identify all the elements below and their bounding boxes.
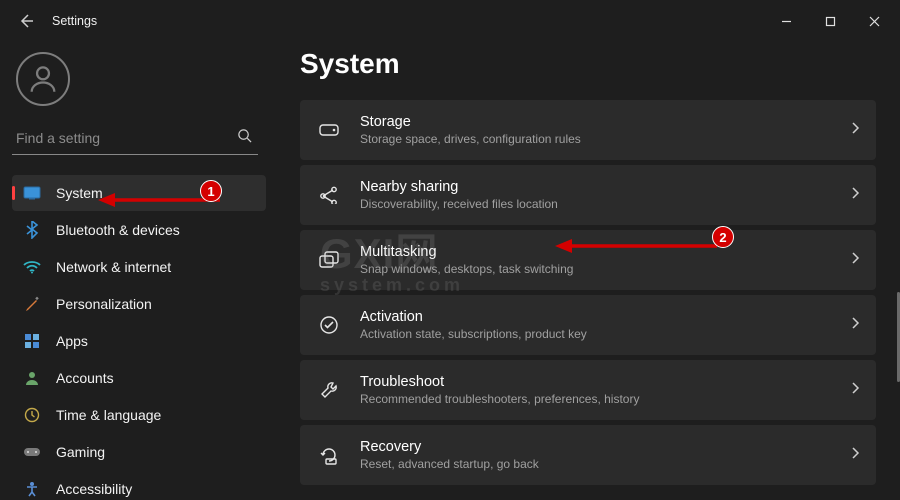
chevron-right-icon bbox=[852, 316, 860, 334]
card-title: Recovery bbox=[360, 439, 852, 455]
sidebar-item-network[interactable]: Network & internet bbox=[12, 249, 266, 285]
chevron-right-icon bbox=[852, 186, 860, 204]
card-title: Activation bbox=[360, 309, 852, 325]
window-controls bbox=[764, 5, 896, 37]
card-subtitle: Snap windows, desktops, task switching bbox=[360, 262, 852, 276]
chevron-right-icon bbox=[852, 381, 860, 399]
card-title: Multitasking bbox=[360, 244, 852, 260]
avatar[interactable] bbox=[16, 52, 70, 106]
apps-icon bbox=[22, 331, 42, 351]
accessibility-icon bbox=[22, 479, 42, 499]
close-button[interactable] bbox=[852, 5, 896, 37]
wrench-icon bbox=[316, 377, 342, 403]
card-title: Troubleshoot bbox=[360, 374, 852, 390]
nav-list: System Bluetooth & devices Network & int… bbox=[12, 175, 266, 500]
sidebar-item-label: Gaming bbox=[56, 444, 105, 460]
display-icon bbox=[22, 183, 42, 203]
card-multitasking[interactable]: Multitasking Snap windows, desktops, task… bbox=[300, 230, 876, 290]
search-input[interactable] bbox=[16, 130, 237, 146]
wifi-icon bbox=[22, 257, 42, 277]
chevron-right-icon bbox=[852, 121, 860, 139]
scrollbar[interactable] bbox=[894, 72, 900, 490]
share-icon bbox=[316, 182, 342, 208]
card-troubleshoot[interactable]: Troubleshoot Recommended troubleshooters,… bbox=[300, 360, 876, 420]
page-title: System bbox=[300, 48, 876, 80]
check-circle-icon bbox=[316, 312, 342, 338]
sidebar-item-accessibility[interactable]: Accessibility bbox=[12, 471, 266, 500]
card-recovery[interactable]: Recovery Reset, advanced startup, go back bbox=[300, 425, 876, 485]
recovery-icon bbox=[316, 442, 342, 468]
back-button[interactable] bbox=[10, 5, 42, 37]
search-icon bbox=[237, 128, 252, 148]
chevron-right-icon bbox=[852, 251, 860, 269]
bluetooth-icon bbox=[22, 220, 42, 240]
sidebar-item-personalization[interactable]: Personalization bbox=[12, 286, 266, 322]
paintbrush-icon bbox=[22, 294, 42, 314]
titlebar: Settings bbox=[0, 0, 900, 42]
sidebar-item-label: Accounts bbox=[56, 370, 114, 386]
settings-cards: Storage Storage space, drives, configurat… bbox=[300, 100, 876, 485]
multitasking-icon bbox=[316, 247, 342, 273]
card-subtitle: Discoverability, received files location bbox=[360, 197, 852, 211]
card-subtitle: Activation state, subscriptions, product… bbox=[360, 327, 852, 341]
card-title: Nearby sharing bbox=[360, 179, 852, 195]
sidebar-item-label: Personalization bbox=[56, 296, 152, 312]
content-pane: System Storage Storage space, drives, con… bbox=[276, 42, 900, 500]
card-title: Storage bbox=[360, 114, 852, 130]
card-subtitle: Reset, advanced startup, go back bbox=[360, 457, 852, 471]
chevron-right-icon bbox=[852, 446, 860, 464]
sidebar-item-label: Bluetooth & devices bbox=[56, 222, 180, 238]
maximize-button[interactable] bbox=[808, 5, 852, 37]
sidebar-item-gaming[interactable]: Gaming bbox=[12, 434, 266, 470]
card-storage[interactable]: Storage Storage space, drives, configurat… bbox=[300, 100, 876, 160]
app-title: Settings bbox=[52, 14, 97, 28]
clock-globe-icon bbox=[22, 405, 42, 425]
sidebar-item-bluetooth[interactable]: Bluetooth & devices bbox=[12, 212, 266, 248]
storage-icon bbox=[316, 117, 342, 143]
search-box[interactable] bbox=[12, 124, 258, 155]
sidebar: System Bluetooth & devices Network & int… bbox=[0, 42, 276, 500]
card-subtitle: Recommended troubleshooters, preferences… bbox=[360, 392, 852, 406]
sidebar-item-label: Network & internet bbox=[56, 259, 171, 275]
sidebar-item-apps[interactable]: Apps bbox=[12, 323, 266, 359]
minimize-button[interactable] bbox=[764, 5, 808, 37]
sidebar-item-label: Time & language bbox=[56, 407, 161, 423]
sidebar-item-label: Accessibility bbox=[56, 481, 132, 497]
card-activation[interactable]: Activation Activation state, subscription… bbox=[300, 295, 876, 355]
sidebar-item-accounts[interactable]: Accounts bbox=[12, 360, 266, 396]
card-nearby-sharing[interactable]: Nearby sharing Discoverability, received … bbox=[300, 165, 876, 225]
person-icon bbox=[22, 368, 42, 388]
sidebar-item-label: System bbox=[56, 185, 103, 201]
sidebar-item-time[interactable]: Time & language bbox=[12, 397, 266, 433]
sidebar-item-system[interactable]: System bbox=[12, 175, 266, 211]
gamepad-icon bbox=[22, 442, 42, 462]
annotation-badge-1: 1 bbox=[200, 180, 222, 202]
sidebar-item-label: Apps bbox=[56, 333, 88, 349]
card-subtitle: Storage space, drives, configuration rul… bbox=[360, 132, 852, 146]
annotation-badge-2: 2 bbox=[712, 226, 734, 248]
